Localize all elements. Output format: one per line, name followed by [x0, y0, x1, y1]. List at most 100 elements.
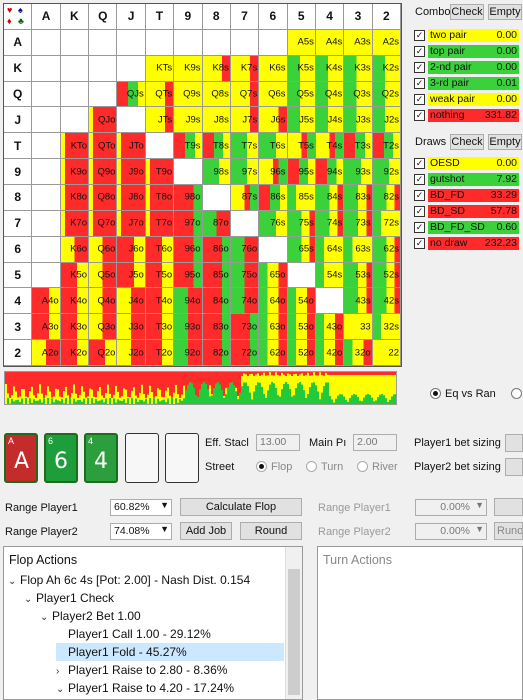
hand-cell[interactable]: JTs	[145, 107, 175, 134]
hand-cell[interactable]	[230, 29, 260, 56]
hand-cell[interactable]: A4s	[315, 29, 345, 56]
hand-cell[interactable]	[174, 29, 203, 56]
hand-cell[interactable]: 92s	[372, 159, 401, 185]
hand-cell[interactable]: K5o	[60, 262, 90, 289]
column-header-Q[interactable]: Q	[89, 4, 118, 30]
hand-cell[interactable]	[117, 107, 146, 134]
hand-cell[interactable]: KTs	[145, 55, 175, 82]
round-button[interactable]: Round	[240, 522, 302, 540]
column-header-5[interactable]: 5	[287, 4, 316, 30]
range-player1-select[interactable]: 60.82% ▼	[110, 499, 172, 516]
hand-cell[interactable]: J8o	[117, 185, 146, 211]
hand-cell[interactable]: 63s	[344, 236, 373, 263]
hand-cell[interactable]	[32, 185, 61, 211]
column-header-A[interactable]: A	[32, 4, 61, 30]
hand-cell[interactable]: K4s	[315, 55, 345, 82]
hand-cell[interactable]	[89, 55, 118, 82]
hand-cell[interactable]: QJs	[117, 81, 146, 108]
hand-cell[interactable]: Q6s	[259, 81, 288, 108]
combo-empty-button[interactable]: Empty	[488, 4, 522, 20]
draws-row[interactable]: ✓ BD_FD_SD 0.60	[414, 220, 519, 234]
hand-cell[interactable]: J4s	[315, 107, 345, 134]
board-card-1[interactable]: A A	[4, 433, 38, 483]
column-header-4[interactable]: 4	[315, 4, 345, 30]
hand-cell[interactable]: T6s	[259, 133, 288, 160]
hand-cell[interactable]: K2s	[372, 55, 401, 82]
column-header-T[interactable]: T	[145, 4, 175, 30]
hand-cell[interactable]: 93s	[344, 159, 373, 185]
hand-cell[interactable]	[202, 29, 231, 56]
combo-row[interactable]: ✓ nothing 331.82	[414, 108, 519, 122]
hand-cell[interactable]: J5s	[287, 107, 316, 134]
hand-cell[interactable]: T9s	[174, 133, 203, 160]
hand-cell[interactable]: 43o	[315, 314, 345, 341]
hand-cell[interactable]: 74o	[230, 288, 260, 315]
hand-cell[interactable]: Q6o	[89, 236, 118, 263]
expand-chevron-icon[interactable]: ⌄	[24, 591, 36, 609]
hand-cell[interactable]: 96s	[259, 159, 288, 185]
hand-cell[interactable]: 76s	[259, 210, 288, 237]
expand-chevron-icon[interactable]: ⌄	[56, 681, 68, 699]
hand-cell[interactable]	[32, 159, 61, 185]
hand-cell[interactable]: Q5o	[89, 262, 118, 289]
hand-cell[interactable]	[60, 107, 90, 134]
draws-row[interactable]: ✓ BD_SD 57.78	[414, 204, 519, 218]
hand-cell[interactable]: K3s	[344, 55, 373, 82]
checkbox[interactable]: ✓	[414, 29, 425, 41]
hand-cell[interactable]: J7o	[117, 210, 146, 237]
hand-cell[interactable]: K3o	[60, 314, 90, 341]
hand-cell[interactable]: 53o	[287, 314, 316, 341]
main-pot-input[interactable]: 2.00	[353, 434, 397, 451]
hand-cell[interactable]: K6o	[60, 236, 90, 263]
hand-cell[interactable]: K2o	[60, 340, 90, 366]
hand-cell[interactable]: T5s	[287, 133, 316, 160]
hand-cell[interactable]: 33	[344, 314, 373, 341]
hand-cell[interactable]: Q2s	[372, 81, 401, 108]
column-header-2[interactable]: 2	[372, 4, 401, 30]
row-header-4[interactable]: 4	[4, 288, 33, 315]
row-header-9[interactable]: 9	[4, 159, 33, 185]
hand-cell[interactable]	[32, 236, 61, 263]
draws-row[interactable]: ✓ BD_FD 33.29	[414, 188, 519, 202]
hand-cell[interactable]: T7s	[230, 133, 260, 160]
turn-actions-panel[interactable]: Turn Actions	[317, 546, 523, 700]
flop-actions-tree[interactable]: Flop Actions ⌄ Flop Ah 6c 4s [Pot: 2.00] …	[3, 546, 303, 700]
draws-empty-button[interactable]: Empty	[488, 134, 522, 150]
hand-cell[interactable]	[117, 29, 146, 56]
hand-cell[interactable]: Q9s	[174, 81, 203, 108]
tree-node[interactable]: Player1 Call 1.00 - 29.12%	[56, 625, 211, 643]
hand-cell[interactable]: T5o	[145, 262, 175, 289]
hand-cell[interactable]: K6s	[259, 55, 288, 82]
hand-cell[interactable]	[32, 107, 61, 134]
hand-cell[interactable]: 87o	[202, 210, 231, 237]
tree-scrollbar-thumb[interactable]	[288, 569, 300, 695]
hand-cell[interactable]: 22	[372, 340, 401, 366]
hand-cell[interactable]: 84s	[315, 185, 345, 211]
tree-node[interactable]: › Player1 Raise to 2.80 - 8.36%	[56, 661, 227, 679]
hand-cell[interactable]: 42o	[315, 340, 345, 366]
hand-cell[interactable]	[32, 262, 61, 289]
hand-cell[interactable]: J6s	[259, 107, 288, 134]
hand-cell[interactable]: T8o	[145, 185, 175, 211]
checkbox[interactable]: ✓	[414, 173, 425, 185]
hand-cell[interactable]: K8o	[60, 185, 90, 211]
hand-cell[interactable]: QJo	[89, 107, 118, 134]
hand-cell[interactable]: 54s	[315, 262, 345, 289]
street-river-option[interactable]: River	[357, 461, 398, 473]
hand-cell[interactable]	[89, 81, 118, 108]
hand-cell[interactable]: T2o	[145, 340, 175, 366]
hand-cell[interactable]: 95s	[287, 159, 316, 185]
hand-cell[interactable]: T3o	[145, 314, 175, 341]
board-card-3[interactable]: 4 4	[84, 433, 118, 483]
row-header-7[interactable]: 7	[4, 210, 33, 237]
hand-cell[interactable]: A3o	[32, 314, 61, 341]
combo-row[interactable]: ✓ two pair 0.00	[414, 28, 519, 42]
board-card-turn-slot[interactable]	[125, 433, 159, 483]
row-header-8[interactable]: 8	[4, 185, 33, 211]
combo-row[interactable]: ✓ 3-rd pair 0.01	[414, 76, 519, 90]
hand-cell[interactable]: K4o	[60, 288, 90, 315]
hand-cell[interactable]: 87s	[230, 185, 260, 211]
hand-cell[interactable]: J9o	[117, 159, 146, 185]
eq-vs-ran-radio[interactable]	[430, 388, 441, 399]
hand-cell[interactable]: 84o	[202, 288, 231, 315]
